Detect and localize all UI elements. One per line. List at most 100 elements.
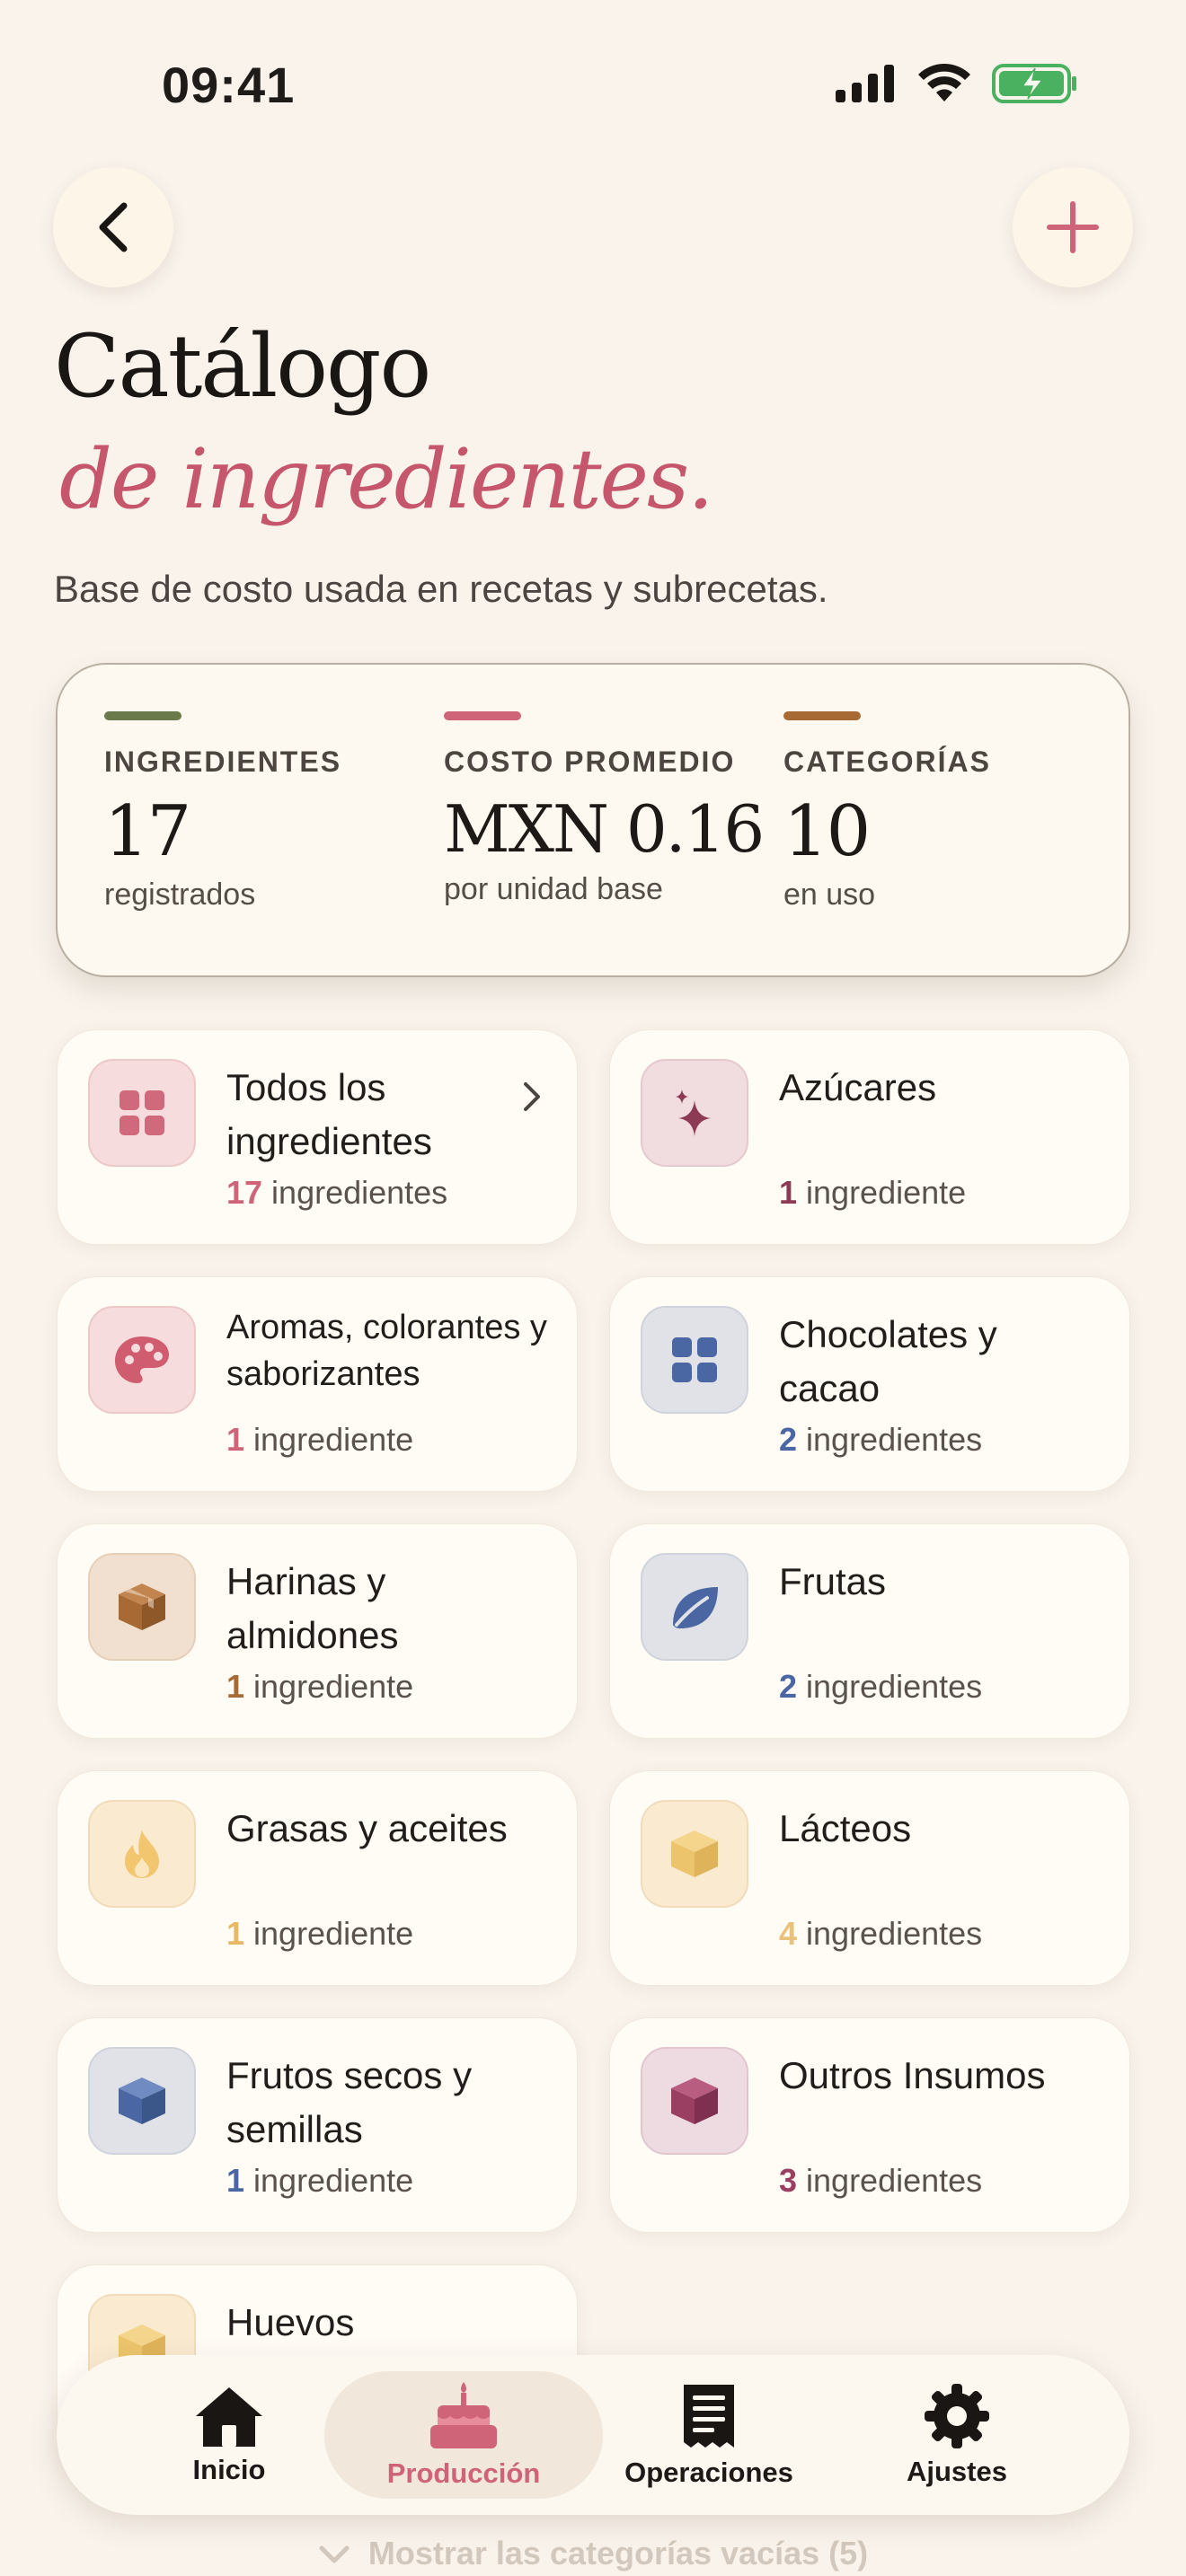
box-icon — [671, 1831, 718, 1877]
flame-icon — [125, 1831, 159, 1878]
category-name: Azúcares — [779, 1066, 937, 1108]
category-icon-bg — [88, 2047, 196, 2155]
count-unit: ingrediente — [253, 1915, 414, 1952]
category-icon-bg — [641, 1800, 748, 1908]
gear-icon — [925, 2384, 989, 2448]
back-button[interactable] — [53, 167, 173, 287]
category-icon-bg — [641, 1553, 748, 1661]
category-tile-frutas[interactable]: Frutas 2 ingredientes — [609, 1523, 1130, 1739]
category-name: Huevos — [226, 2301, 355, 2343]
category-count: 4 ingredientes — [779, 1915, 982, 1953]
box-icon — [671, 2078, 718, 2124]
count-unit: ingredientes — [271, 1174, 448, 1211]
count-number: 1 — [226, 1915, 245, 1952]
category-name: Lácteos — [779, 1807, 912, 1849]
stats-card: INGREDIENTES 17 registrados COSTO PROMED… — [56, 663, 1130, 977]
category-name: Todos los ingredientes — [226, 1066, 432, 1162]
count-unit: ingrediente — [806, 1174, 967, 1211]
grid-icon — [119, 1090, 164, 1135]
count-number: 4 — [779, 1915, 798, 1952]
category-name: Harinas y almidones — [226, 1560, 399, 1656]
tab-produccion[interactable]: Producción — [365, 2355, 562, 2515]
count-number: 2 — [779, 1668, 798, 1705]
category-icon-bg — [641, 1306, 748, 1414]
category-tile-aromas[interactable]: Aromas, colorantes y saborizantes 1 ingre… — [57, 1276, 578, 1492]
count-number: 3 — [779, 2162, 798, 2199]
stat-ingredients: INGREDIENTES 17 registrados — [104, 711, 428, 913]
page-title: Catálogo — [54, 316, 431, 417]
count-unit: ingredientes — [806, 1915, 983, 1952]
category-icon-bg — [88, 1553, 196, 1661]
category-tile-otros-insumos[interactable]: Outros Insumos 3 ingredientes — [609, 2017, 1130, 2233]
stat-value: 10 — [783, 791, 871, 872]
battery-icon — [992, 64, 1076, 103]
add-ingredient-button[interactable] — [1013, 167, 1133, 287]
count-unit: ingredientes — [806, 1421, 983, 1458]
category-icon-bg — [641, 1059, 748, 1167]
tab-label: Operaciones — [624, 2457, 793, 2488]
category-count: 1 ingrediente — [779, 1174, 966, 1212]
count-unit: ingredientes — [806, 2162, 983, 2199]
count-unit: ingredientes — [806, 1668, 983, 1705]
category-count: 17 ingredientes — [226, 1174, 447, 1212]
category-count: 1 ingrediente — [226, 1668, 413, 1706]
category-name: Grasas y aceites — [226, 1807, 508, 1849]
chevron-left-icon — [99, 202, 128, 252]
category-name: Frutos secos y semillas — [226, 2054, 473, 2150]
category-tile-frutos-secos[interactable]: Frutos secos y semillas 1 ingrediente — [57, 2017, 578, 2233]
box-icon — [119, 1584, 165, 1630]
category-count: 2 ingredientes — [779, 1421, 982, 1459]
plus-icon — [1047, 201, 1099, 253]
category-tile-all[interactable]: Todos los ingredientes 17 ingredientes — [57, 1029, 578, 1245]
category-icon-bg — [88, 1059, 196, 1167]
tab-ajustes[interactable]: Ajustes — [858, 2355, 1056, 2515]
chevron-right-icon — [524, 1082, 540, 1111]
count-number: 2 — [779, 1421, 798, 1458]
count-number: 1 — [226, 1668, 245, 1705]
tab-bar: Inicio Producción Operaciones Ajustes — [57, 2355, 1129, 2515]
count-number: 17 — [226, 1174, 263, 1211]
stat-categories: CATEGORÍAS 10 en uso — [783, 711, 1107, 913]
stat-sub: registrados — [104, 878, 256, 912]
category-name: Outros Insumos — [779, 2054, 1046, 2096]
category-name: Frutas — [779, 1560, 887, 1602]
category-tile-grasas[interactable]: Grasas y aceites 1 ingrediente — [57, 1770, 578, 1986]
sparkle-icon — [676, 1090, 711, 1136]
category-icon-bg — [88, 1306, 196, 1414]
status-icons — [834, 63, 1078, 104]
stat-average-cost: COSTO PROMEDIO MXN 0.16 por unidad base — [444, 711, 767, 907]
cake-icon — [430, 2382, 497, 2448]
tab-operaciones[interactable]: Operaciones — [592, 2355, 826, 2515]
category-name: Chocolates y cacao — [779, 1313, 997, 1409]
palette-icon — [115, 1337, 169, 1383]
category-tile-lacteos[interactable]: Lácteos 4 ingredientes — [609, 1770, 1130, 1986]
category-count: 3 ingredientes — [779, 2162, 982, 2200]
tab-inicio[interactable]: Inicio — [130, 2355, 328, 2515]
show-empty-categories-button[interactable]: Mostrar las categorías vacías (5) — [0, 2535, 1186, 2574]
status-bar: 09:41 — [0, 0, 1186, 171]
count-unit: ingrediente — [253, 2162, 414, 2199]
stat-label: COSTO PROMEDIO — [444, 745, 736, 778]
stat-accent-bar — [444, 711, 521, 720]
stat-label: CATEGORÍAS — [783, 745, 991, 778]
grid-icon — [672, 1337, 717, 1382]
count-number: 1 — [226, 1421, 245, 1458]
status-time: 09:41 — [162, 57, 296, 113]
box-icon — [119, 2078, 165, 2124]
category-name: Aromas, colorantes y saborizantes — [226, 1309, 547, 1393]
stat-sub: por unidad base — [444, 872, 663, 906]
stat-value: 17 — [104, 791, 191, 872]
show-empty-label: Mostrar las categorías vacías (5) — [367, 2535, 869, 2572]
category-tile-harinas[interactable]: Harinas y almidones 1 ingrediente — [57, 1523, 578, 1739]
tab-label: Ajustes — [907, 2456, 1007, 2487]
count-number: 1 — [226, 2162, 245, 2199]
category-tile-chocolates[interactable]: Chocolates y cacao 2 ingredientes — [609, 1276, 1130, 1492]
stat-sub: en uso — [783, 878, 876, 912]
home-icon — [196, 2387, 262, 2447]
count-unit: ingrediente — [253, 1668, 414, 1705]
category-tile-azucares[interactable]: Azúcares 1 ingrediente — [609, 1029, 1130, 1245]
category-count: 2 ingredientes — [779, 1668, 982, 1706]
category-count: 1 ingrediente — [226, 1915, 413, 1953]
category-icon-bg — [88, 1800, 196, 1908]
stat-accent-bar — [783, 711, 861, 720]
